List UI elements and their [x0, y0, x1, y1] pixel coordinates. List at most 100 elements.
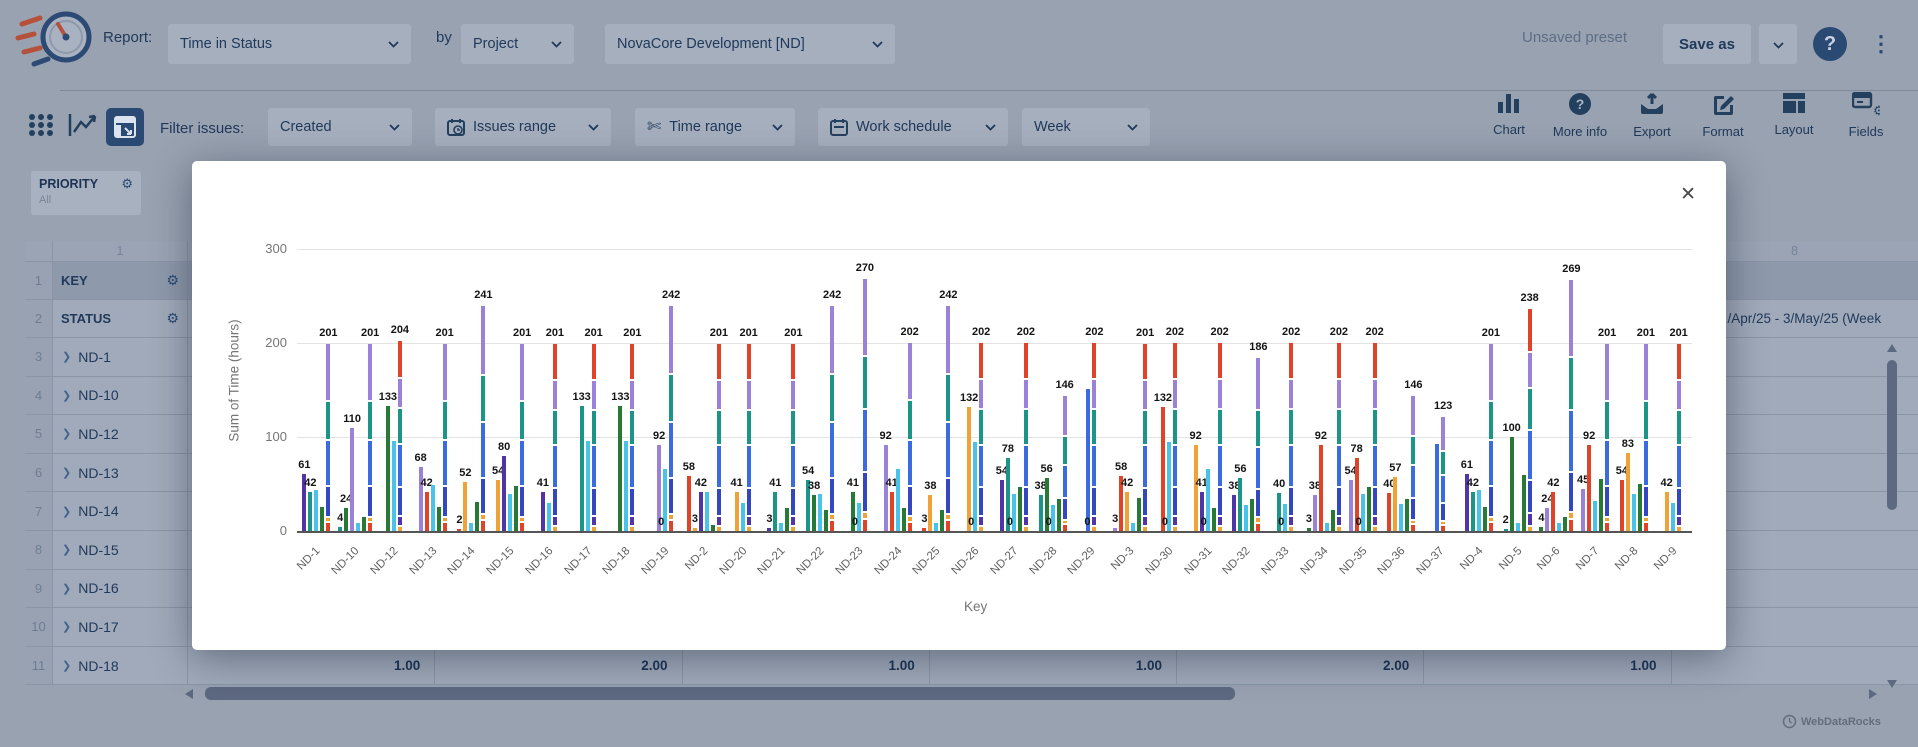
export-button[interactable]: Export — [1618, 92, 1686, 139]
expand-chevron-icon[interactable]: ❯ — [62, 620, 71, 633]
chart-bar-stacked — [1605, 342, 1609, 531]
chevron-down-icon — [389, 119, 400, 135]
horizontal-scroll-thumb[interactable] — [205, 687, 1235, 700]
vertical-scrollbar[interactable] — [1884, 340, 1900, 698]
project-dropdown[interactable]: NovaCore Development [ND] — [605, 24, 895, 64]
work-schedule-dropdown[interactable]: Work schedule — [818, 108, 1008, 146]
bar-value-label: 92 — [880, 430, 892, 442]
bar-value-label: 3 — [921, 513, 927, 525]
bar-segment — [979, 517, 983, 526]
expand-chevron-icon[interactable]: ❯ — [62, 427, 71, 440]
expand-chevron-icon[interactable]: ❯ — [62, 582, 71, 595]
time-range-dropdown[interactable]: ✄ Time range — [635, 108, 795, 146]
chart-bar — [1483, 507, 1487, 531]
chart-button[interactable]: Chart — [1475, 92, 1543, 137]
expand-chevron-icon[interactable]: ❯ — [62, 505, 71, 518]
row-number-10: 10 — [25, 608, 53, 647]
chart-bar — [308, 492, 312, 531]
data-cell: 1.00 — [930, 647, 1177, 686]
bar-value-label: 123 — [1434, 400, 1452, 412]
expand-chevron-icon[interactable]: ❯ — [62, 466, 71, 479]
bar-segment — [1677, 381, 1681, 409]
chart-bar-stacked — [592, 342, 596, 531]
status-header-cell[interactable]: STATUS⚙ — [53, 300, 188, 338]
bar-segment — [830, 375, 834, 420]
report-type-dropdown[interactable]: Time in Status — [168, 24, 411, 64]
export-icon — [1639, 92, 1665, 121]
grid-view-button[interactable] — [28, 112, 54, 143]
row-number-9: 9 — [25, 570, 53, 609]
bar-segment — [1528, 514, 1532, 524]
vertical-scroll-thumb[interactable] — [1887, 360, 1897, 510]
row-number-6: 6 — [25, 454, 53, 493]
data-cell: 1.00 — [188, 647, 435, 686]
key-header-cell[interactable]: KEY⚙ — [53, 262, 188, 300]
chart-bar — [741, 503, 745, 531]
bar-segment — [863, 473, 867, 512]
expand-chevron-icon[interactable]: ❯ — [62, 350, 71, 363]
week-granularity-dropdown[interactable]: Week — [1022, 108, 1150, 146]
bar-segment — [1569, 473, 1573, 512]
by-label: by — [436, 29, 452, 46]
pivot-view-button-selected[interactable] — [106, 108, 144, 146]
bar-segment — [717, 489, 721, 515]
expand-chevron-icon[interactable]: ❯ — [62, 543, 71, 556]
issue-key-cell[interactable]: ❯ND-1 — [53, 338, 188, 377]
grid-corner-cell — [25, 241, 53, 262]
layout-button[interactable]: Layout — [1760, 92, 1828, 137]
scroll-right-arrow[interactable] — [1869, 689, 1877, 699]
bar-segment — [1337, 343, 1341, 378]
issue-key-cell[interactable]: ❯ND-18 — [53, 647, 188, 686]
gear-icon[interactable]: ⚙ — [166, 272, 179, 289]
issue-key-cell[interactable]: ❯ND-14 — [53, 492, 188, 531]
issues-range-dropdown[interactable]: Issues range — [435, 108, 611, 146]
issue-key-cell[interactable]: ❯ND-12 — [53, 415, 188, 454]
issue-key-cell[interactable]: ❯ ND-15 — [53, 531, 188, 570]
save-as-button[interactable]: Save as — [1663, 24, 1751, 64]
help-button[interactable]: ? — [1813, 27, 1847, 61]
issue-key-cell[interactable]: ❯ND-10 — [53, 377, 188, 416]
chart-bar — [1510, 437, 1514, 531]
chart-bar — [386, 406, 390, 531]
issue-key-label: ND-15 — [78, 542, 118, 558]
scroll-down-arrow[interactable] — [1887, 680, 1897, 688]
more-info-button[interactable]: ?More info — [1546, 92, 1614, 139]
bar-segment — [747, 381, 751, 409]
gear-icon[interactable]: ⚙ — [121, 176, 133, 192]
row-number-4: 4 — [25, 377, 53, 416]
bar-segment — [979, 380, 983, 408]
chart-bar — [824, 510, 828, 531]
expand-chevron-icon[interactable]: ❯ — [62, 389, 71, 402]
bar-value-label: 146 — [1404, 379, 1422, 391]
filter-issues-label: Filter issues: — [160, 120, 244, 137]
bar-value-label: 270 — [856, 262, 874, 274]
bar-value-label: 201 — [546, 327, 564, 339]
bar-value-label: 61 — [1461, 459, 1473, 471]
chart-bar — [1018, 487, 1022, 531]
kebab-menu-button[interactable]: ⋮ — [1868, 23, 1894, 65]
toolbar-button-label: Layout — [1774, 122, 1813, 137]
scroll-left-arrow[interactable] — [185, 689, 193, 699]
chart-bar — [922, 528, 926, 531]
report-type-value: Time in Status — [180, 36, 272, 52]
data-cell: 1.00 — [683, 647, 930, 686]
group-by-dropdown[interactable]: Project — [461, 24, 574, 64]
bar-segment — [1411, 521, 1415, 524]
save-as-menu-button[interactable] — [1759, 24, 1797, 64]
priority-filter-box[interactable]: PRIORITY ⚙ All — [31, 171, 141, 215]
chart-view-button[interactable] — [68, 112, 98, 143]
gear-icon[interactable]: ⚙ — [166, 310, 179, 327]
horizontal-scrollbar[interactable] — [185, 687, 1877, 703]
issue-key-cell[interactable]: ❯ND-17 — [53, 608, 188, 647]
bar-segment — [1256, 358, 1260, 409]
issue-key-cell[interactable]: ❯ND-13 — [53, 454, 188, 493]
scroll-up-arrow[interactable] — [1887, 344, 1897, 352]
issue-key-cell[interactable]: ❯ND-16 — [53, 570, 188, 609]
webdatarocks-watermark[interactable]: WebDataRocks — [1782, 714, 1881, 729]
created-filter-value: Created — [280, 119, 332, 135]
format-button[interactable]: Format — [1689, 92, 1757, 139]
chart-bar — [1671, 503, 1675, 531]
created-filter-dropdown[interactable]: Created — [268, 108, 412, 146]
expand-chevron-icon[interactable]: ❯ — [62, 659, 71, 672]
fields-button[interactable]: ⚙Fields — [1832, 92, 1900, 139]
